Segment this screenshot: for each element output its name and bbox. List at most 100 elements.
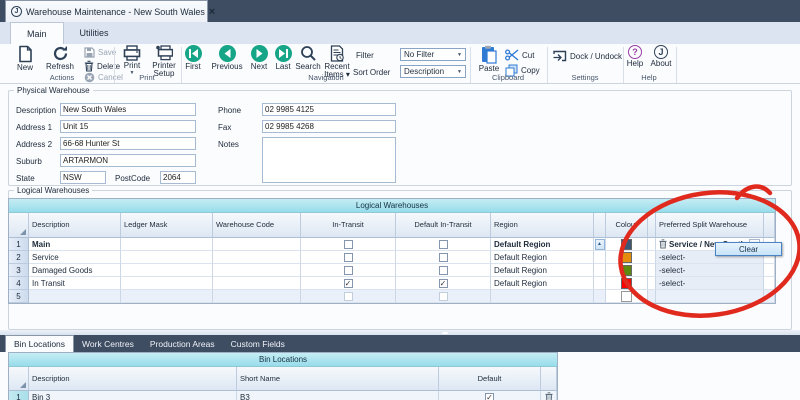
checkbox[interactable] <box>439 240 448 249</box>
cell-preferred-split[interactable]: -select- <box>656 264 764 277</box>
address2-field[interactable] <box>60 137 196 150</box>
cell-region[interactable] <box>491 290 594 303</box>
close-icon[interactable]: × <box>209 7 215 17</box>
row-number[interactable]: 4 <box>9 277 29 290</box>
cell-in-transit[interactable] <box>301 264 396 277</box>
tab-production-areas[interactable]: Production Areas <box>142 335 223 352</box>
grid-corner-cell[interactable] <box>9 367 29 391</box>
clear-context-button[interactable]: Clear <box>715 242 782 256</box>
postcode-field[interactable] <box>160 171 196 184</box>
filter-select[interactable]: No Filter ▼ <box>400 48 466 61</box>
checkbox[interactable] <box>344 253 353 262</box>
cell-description[interactable]: Main <box>29 238 121 251</box>
help-button[interactable]: ? Help <box>624 45 646 68</box>
cell-warehouse-code[interactable] <box>213 238 301 251</box>
cell-default-in-transit[interactable]: ✓ <box>396 277 491 290</box>
cell-colour[interactable] <box>606 290 648 303</box>
tab-main[interactable]: Main <box>10 22 64 44</box>
refresh-button[interactable]: Refresh <box>42 45 78 71</box>
cell-description[interactable]: Bin 3 <box>29 391 237 400</box>
cell-short-name[interactable]: B3 <box>237 391 439 400</box>
cell-in-transit[interactable] <box>301 290 396 303</box>
sort-order-select[interactable]: Description ▼ <box>400 65 466 78</box>
colour-swatch[interactable] <box>621 239 632 250</box>
cell-default-in-transit[interactable] <box>396 290 491 303</box>
fax-field[interactable] <box>262 120 396 133</box>
row-number[interactable]: 3 <box>9 264 29 277</box>
cell-warehouse-code[interactable] <box>213 277 301 290</box>
cell-in-transit[interactable] <box>301 251 396 264</box>
cell-description[interactable]: Service <box>29 251 121 264</box>
cell-ledger-mask[interactable] <box>121 264 213 277</box>
cell-warehouse-code[interactable] <box>213 290 301 303</box>
cell-region[interactable]: Default Region <box>491 277 594 290</box>
phone-field[interactable] <box>262 103 396 116</box>
cell-ledger-mask[interactable] <box>121 277 213 290</box>
tab-utilities[interactable]: Utilities <box>64 22 125 44</box>
cell-preferred-split[interactable]: -select- <box>656 277 764 290</box>
col-colour[interactable]: Colour <box>606 213 648 238</box>
col-warehouse-code[interactable]: Warehouse Code <box>213 213 301 238</box>
save-button[interactable]: Save <box>84 47 116 58</box>
checkbox[interactable] <box>439 253 448 262</box>
cell-ledger-mask[interactable] <box>121 251 213 264</box>
print-button[interactable]: Print ▼ <box>118 45 146 75</box>
cell-warehouse-code[interactable] <box>213 251 301 264</box>
checkbox-checked[interactable]: ✓ <box>344 279 353 288</box>
cell-default[interactable]: ✓ <box>439 391 541 400</box>
suburb-field[interactable] <box>60 154 196 167</box>
tab-work-centres[interactable]: Work Centres <box>74 335 142 352</box>
search-button[interactable]: Search <box>295 45 321 71</box>
cell-description[interactable] <box>29 290 121 303</box>
checkbox[interactable] <box>439 292 448 301</box>
col-in-transit[interactable]: In-Transit <box>301 213 396 238</box>
cell-colour[interactable] <box>606 238 648 251</box>
row-number[interactable]: 5 <box>9 290 29 303</box>
cell-ledger-mask[interactable] <box>121 290 213 303</box>
paste-button[interactable]: Paste <box>475 45 503 73</box>
cell-description[interactable]: In Transit <box>29 277 121 290</box>
checkbox[interactable] <box>344 266 353 275</box>
checkbox-checked[interactable]: ✓ <box>439 279 448 288</box>
tab-custom-fields[interactable]: Custom Fields <box>223 335 293 352</box>
new-button[interactable]: New <box>10 45 40 72</box>
col-description[interactable]: Description <box>29 213 121 238</box>
colour-swatch[interactable] <box>621 291 632 302</box>
cell-warehouse-code[interactable] <box>213 264 301 277</box>
col-default[interactable]: Default <box>439 367 541 391</box>
colour-swatch[interactable] <box>621 252 632 263</box>
col-default-in-transit[interactable]: Default In-Transit <box>396 213 491 238</box>
last-button[interactable]: Last <box>272 45 294 71</box>
cell-region[interactable]: Default Region <box>491 251 594 264</box>
row-number[interactable]: 1 <box>9 238 29 251</box>
state-field[interactable] <box>60 171 106 184</box>
description-field[interactable] <box>60 103 196 116</box>
cell-colour[interactable] <box>606 264 648 277</box>
cell-delete[interactable] <box>541 391 557 400</box>
cell-region[interactable]: Default Region <box>491 238 594 251</box>
col-preferred-split-warehouse[interactable]: Preferred Split Warehouse <box>656 213 764 238</box>
cell-colour[interactable] <box>606 277 648 290</box>
address1-field[interactable] <box>60 120 196 133</box>
first-button[interactable]: First <box>181 45 205 71</box>
dock-undock-button[interactable]: Dock / Undock <box>553 50 622 62</box>
checkbox[interactable] <box>439 266 448 275</box>
colour-swatch[interactable] <box>621 278 632 289</box>
cell-colour[interactable] <box>606 251 648 264</box>
col-region[interactable]: Region <box>491 213 594 238</box>
cell-in-transit[interactable]: ✓ <box>301 277 396 290</box>
cell-default-in-transit[interactable] <box>396 251 491 264</box>
cut-button[interactable]: Cut <box>505 49 534 61</box>
notes-field[interactable] <box>262 137 396 183</box>
cell-in-transit[interactable] <box>301 238 396 251</box>
tab-bin-locations[interactable]: Bin Locations <box>5 335 74 352</box>
delete-row-icon[interactable] <box>659 239 667 249</box>
checkbox[interactable] <box>344 240 353 249</box>
about-button[interactable]: J About <box>648 45 674 68</box>
row-number[interactable]: 1 <box>9 391 29 400</box>
cell-region[interactable]: Default Region <box>491 264 594 277</box>
document-tab[interactable]: J Warehouse Maintenance - New South Wale… <box>5 0 208 22</box>
cell-preferred-split[interactable] <box>656 290 764 303</box>
previous-button[interactable]: Previous <box>208 45 246 71</box>
cell-ledger-mask[interactable] <box>121 238 213 251</box>
